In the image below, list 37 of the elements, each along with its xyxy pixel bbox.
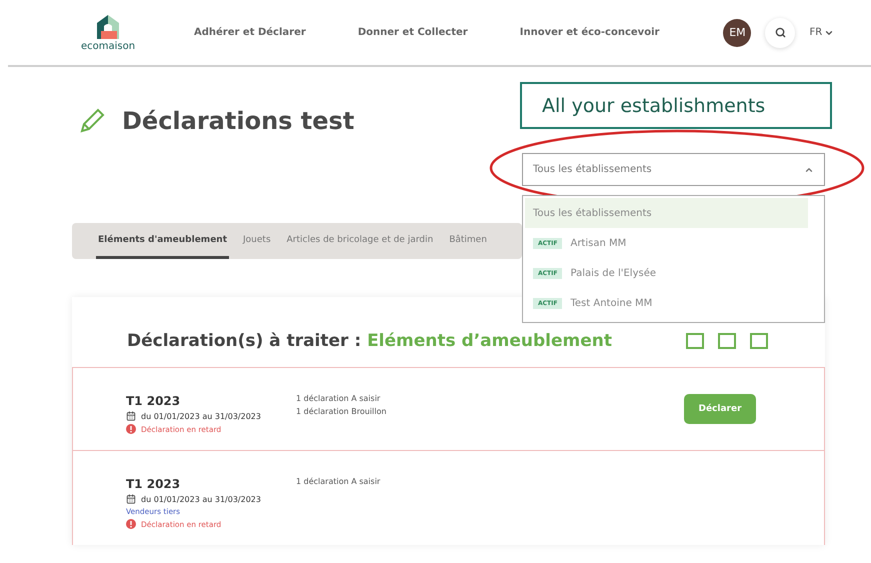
establishment-select[interactable]: Tous les établissements	[522, 153, 825, 186]
user-avatar[interactable]: EM	[723, 18, 752, 46]
nav-link[interactable]: Adhérer et Déclarer	[194, 27, 306, 38]
declare-button[interactable]: Déclarer	[684, 394, 756, 424]
declaration-status: 1 déclaration Brouillon	[296, 407, 388, 416]
logo-text: ecomaison	[80, 41, 136, 52]
card-heading: Déclaration(s) à traiter : Eléments d’ameublement	[127, 331, 612, 351]
declaration-status: 1 déclaration A saisir	[296, 477, 382, 486]
square-outline-icon[interactable]	[685, 332, 705, 350]
page-title: Déclarations test	[122, 107, 354, 135]
declaration-status: 1 déclaration A saisir	[296, 394, 382, 403]
period-title: T1 2023	[126, 394, 182, 408]
pencil-icon	[78, 107, 106, 135]
alert-icon	[126, 424, 136, 434]
square-outline-icon[interactable]	[749, 332, 769, 350]
period-title: T1 2023	[126, 477, 182, 491]
nav-link[interactable]: Donner et Collecter	[358, 27, 468, 38]
calendar-icon	[126, 411, 136, 421]
nav-link[interactable]: Innover et éco-concevoir	[520, 27, 660, 38]
category-tab[interactable]: Eléments d'ameublement	[96, 223, 230, 259]
category-tab[interactable]: Bâtimen	[447, 223, 489, 259]
category-tab[interactable]: Articles de bricolage et de jardin	[284, 223, 436, 259]
period-dates: du 01/01/2023 au 31/03/2023	[141, 494, 261, 504]
annotation-box: All your establishments	[520, 82, 832, 129]
language-selector[interactable]: FR	[809, 27, 834, 38]
search-button[interactable]	[765, 18, 796, 48]
calendar-icon	[126, 494, 136, 504]
period-dates: du 01/01/2023 au 31/03/2023	[141, 412, 261, 420]
dropdown-option[interactable]: Tous les établissements	[525, 198, 808, 228]
option-label: Palais de l'Elysée	[570, 268, 656, 278]
alert-icon	[126, 519, 136, 529]
search-icon	[774, 27, 786, 38]
option-label: Tous les établissements	[533, 208, 652, 218]
square-outline-icon[interactable]	[717, 332, 737, 350]
option-label: Test Antoine MM	[570, 298, 652, 308]
category-tab[interactable]: Jouets	[241, 223, 273, 259]
option-label: Artisan MM	[570, 238, 626, 248]
